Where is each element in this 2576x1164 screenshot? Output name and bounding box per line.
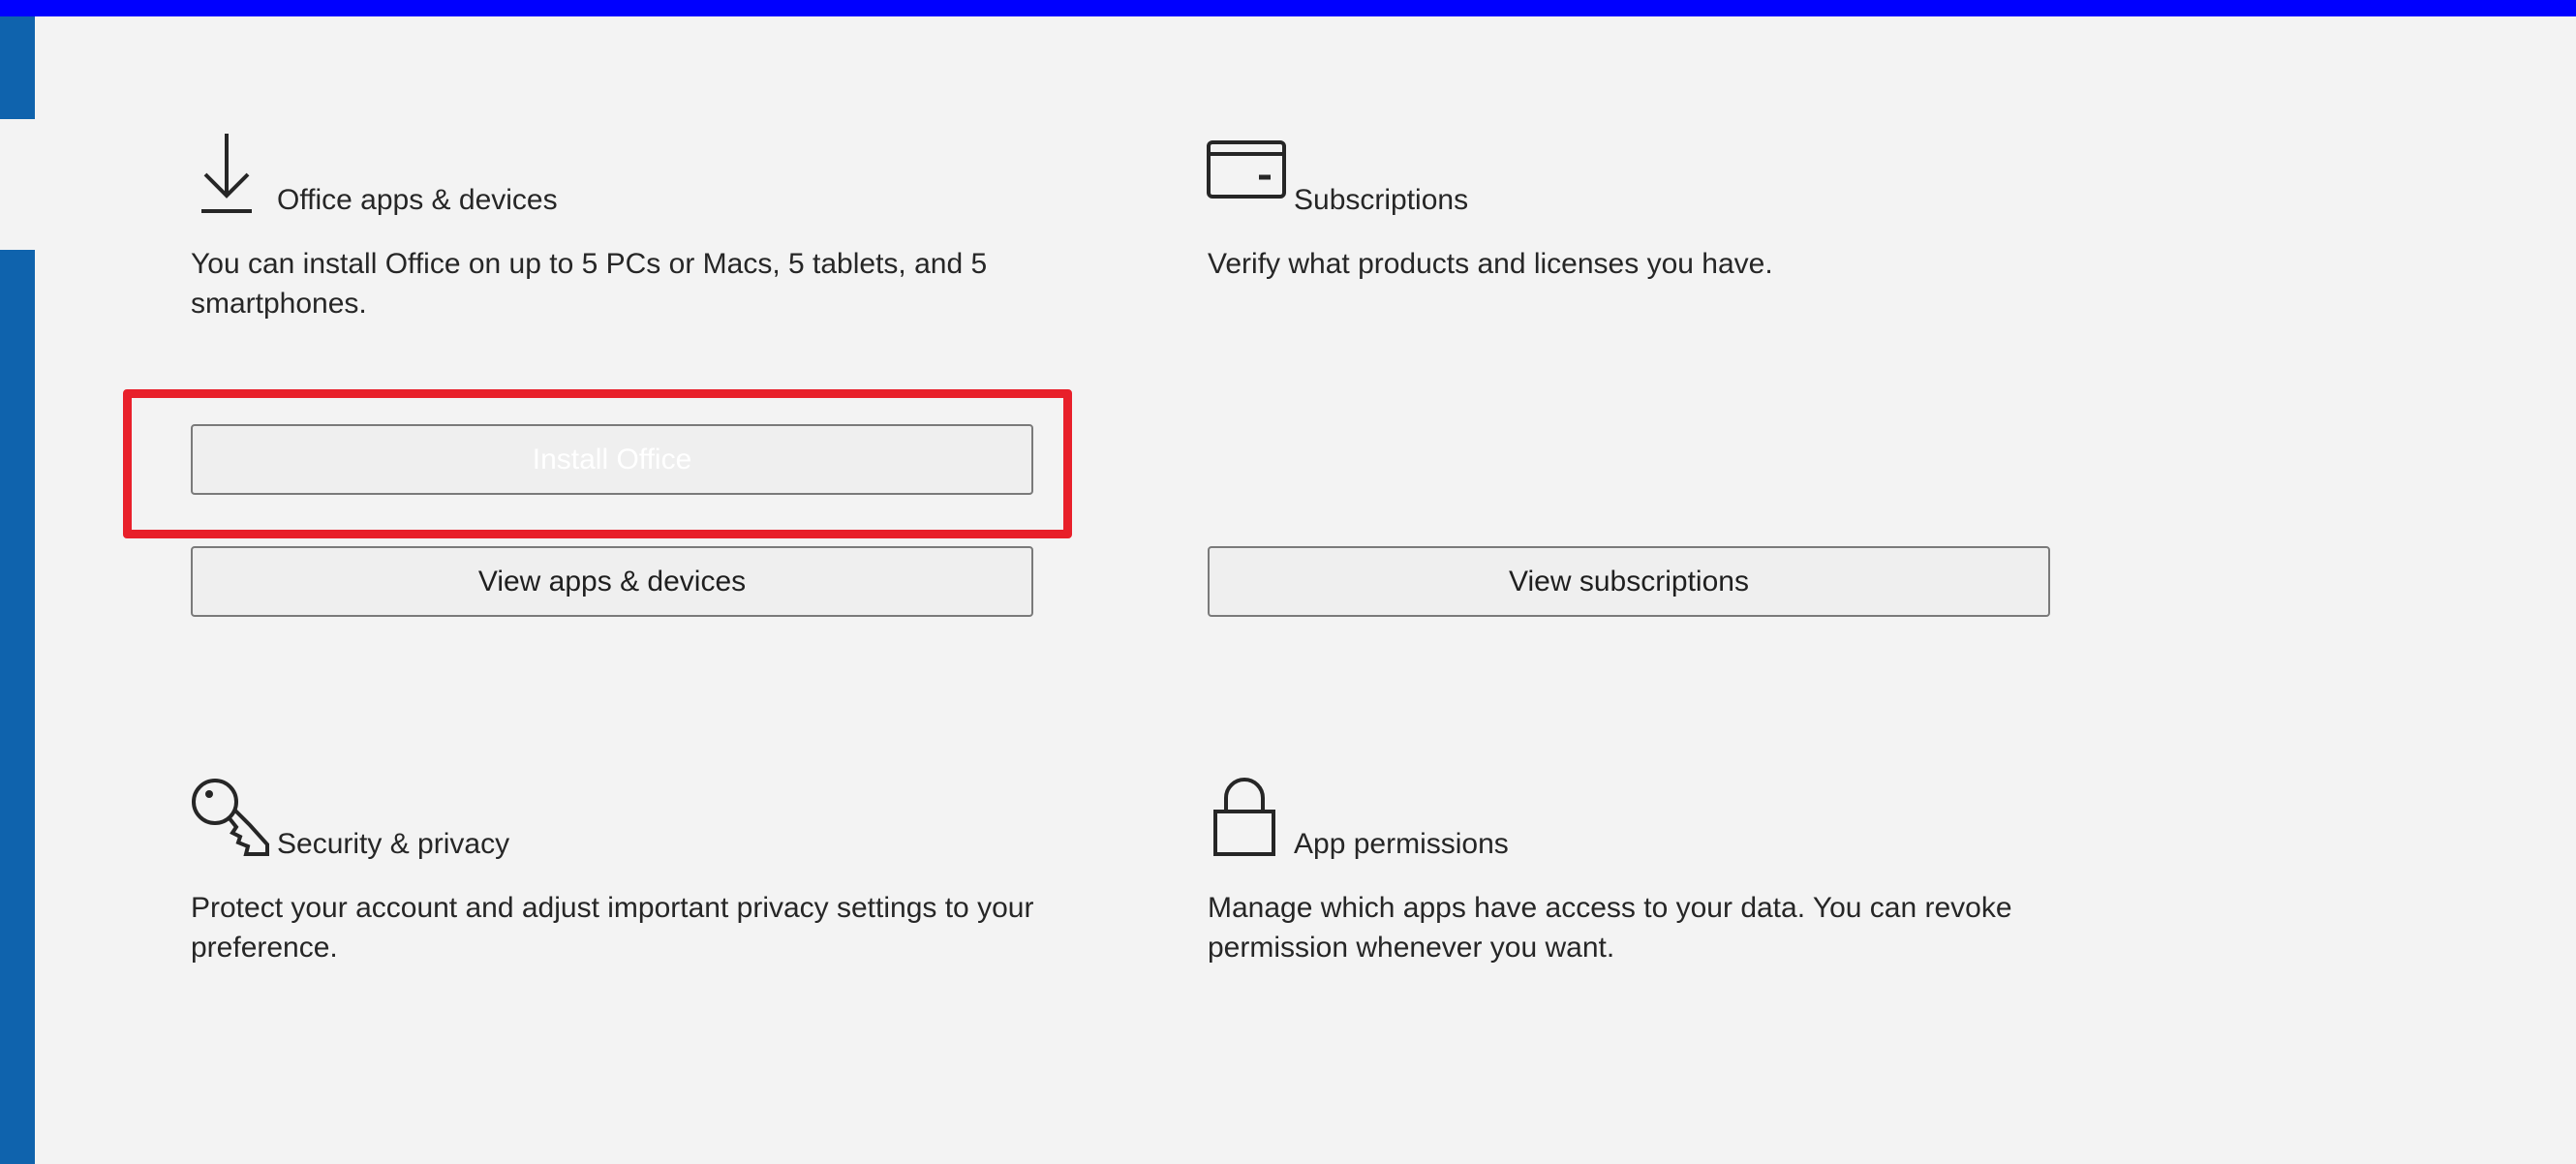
subscriptions-title: Subscriptions (1294, 184, 1469, 216)
office-apps-title: Office apps & devices (277, 184, 558, 216)
office-apps-description: You can install Office on up to 5 PCs or… (191, 248, 988, 320)
key-icon (192, 779, 269, 856)
subscriptions-description: Verify what products and licenses you ha… (1208, 248, 1773, 280)
download-icon (201, 134, 252, 213)
left-rail-bottom (0, 250, 35, 1164)
top-bar (0, 0, 2576, 16)
highlight-box (123, 389, 1072, 538)
app-permissions-title: App permissions (1294, 828, 1509, 860)
credit-card-icon (1207, 140, 1286, 199)
security-description: Protect your account and adjust importan… (191, 892, 1034, 964)
left-rail-top (0, 16, 35, 119)
lock-icon (1213, 778, 1275, 856)
view-apps-devices-button[interactable]: View apps & devices (191, 546, 1033, 617)
app-permissions-description: Manage which apps have access to your da… (1208, 892, 2012, 964)
security-title: Security & privacy (277, 828, 510, 860)
view-subscriptions-button[interactable]: View subscriptions (1208, 546, 2050, 617)
